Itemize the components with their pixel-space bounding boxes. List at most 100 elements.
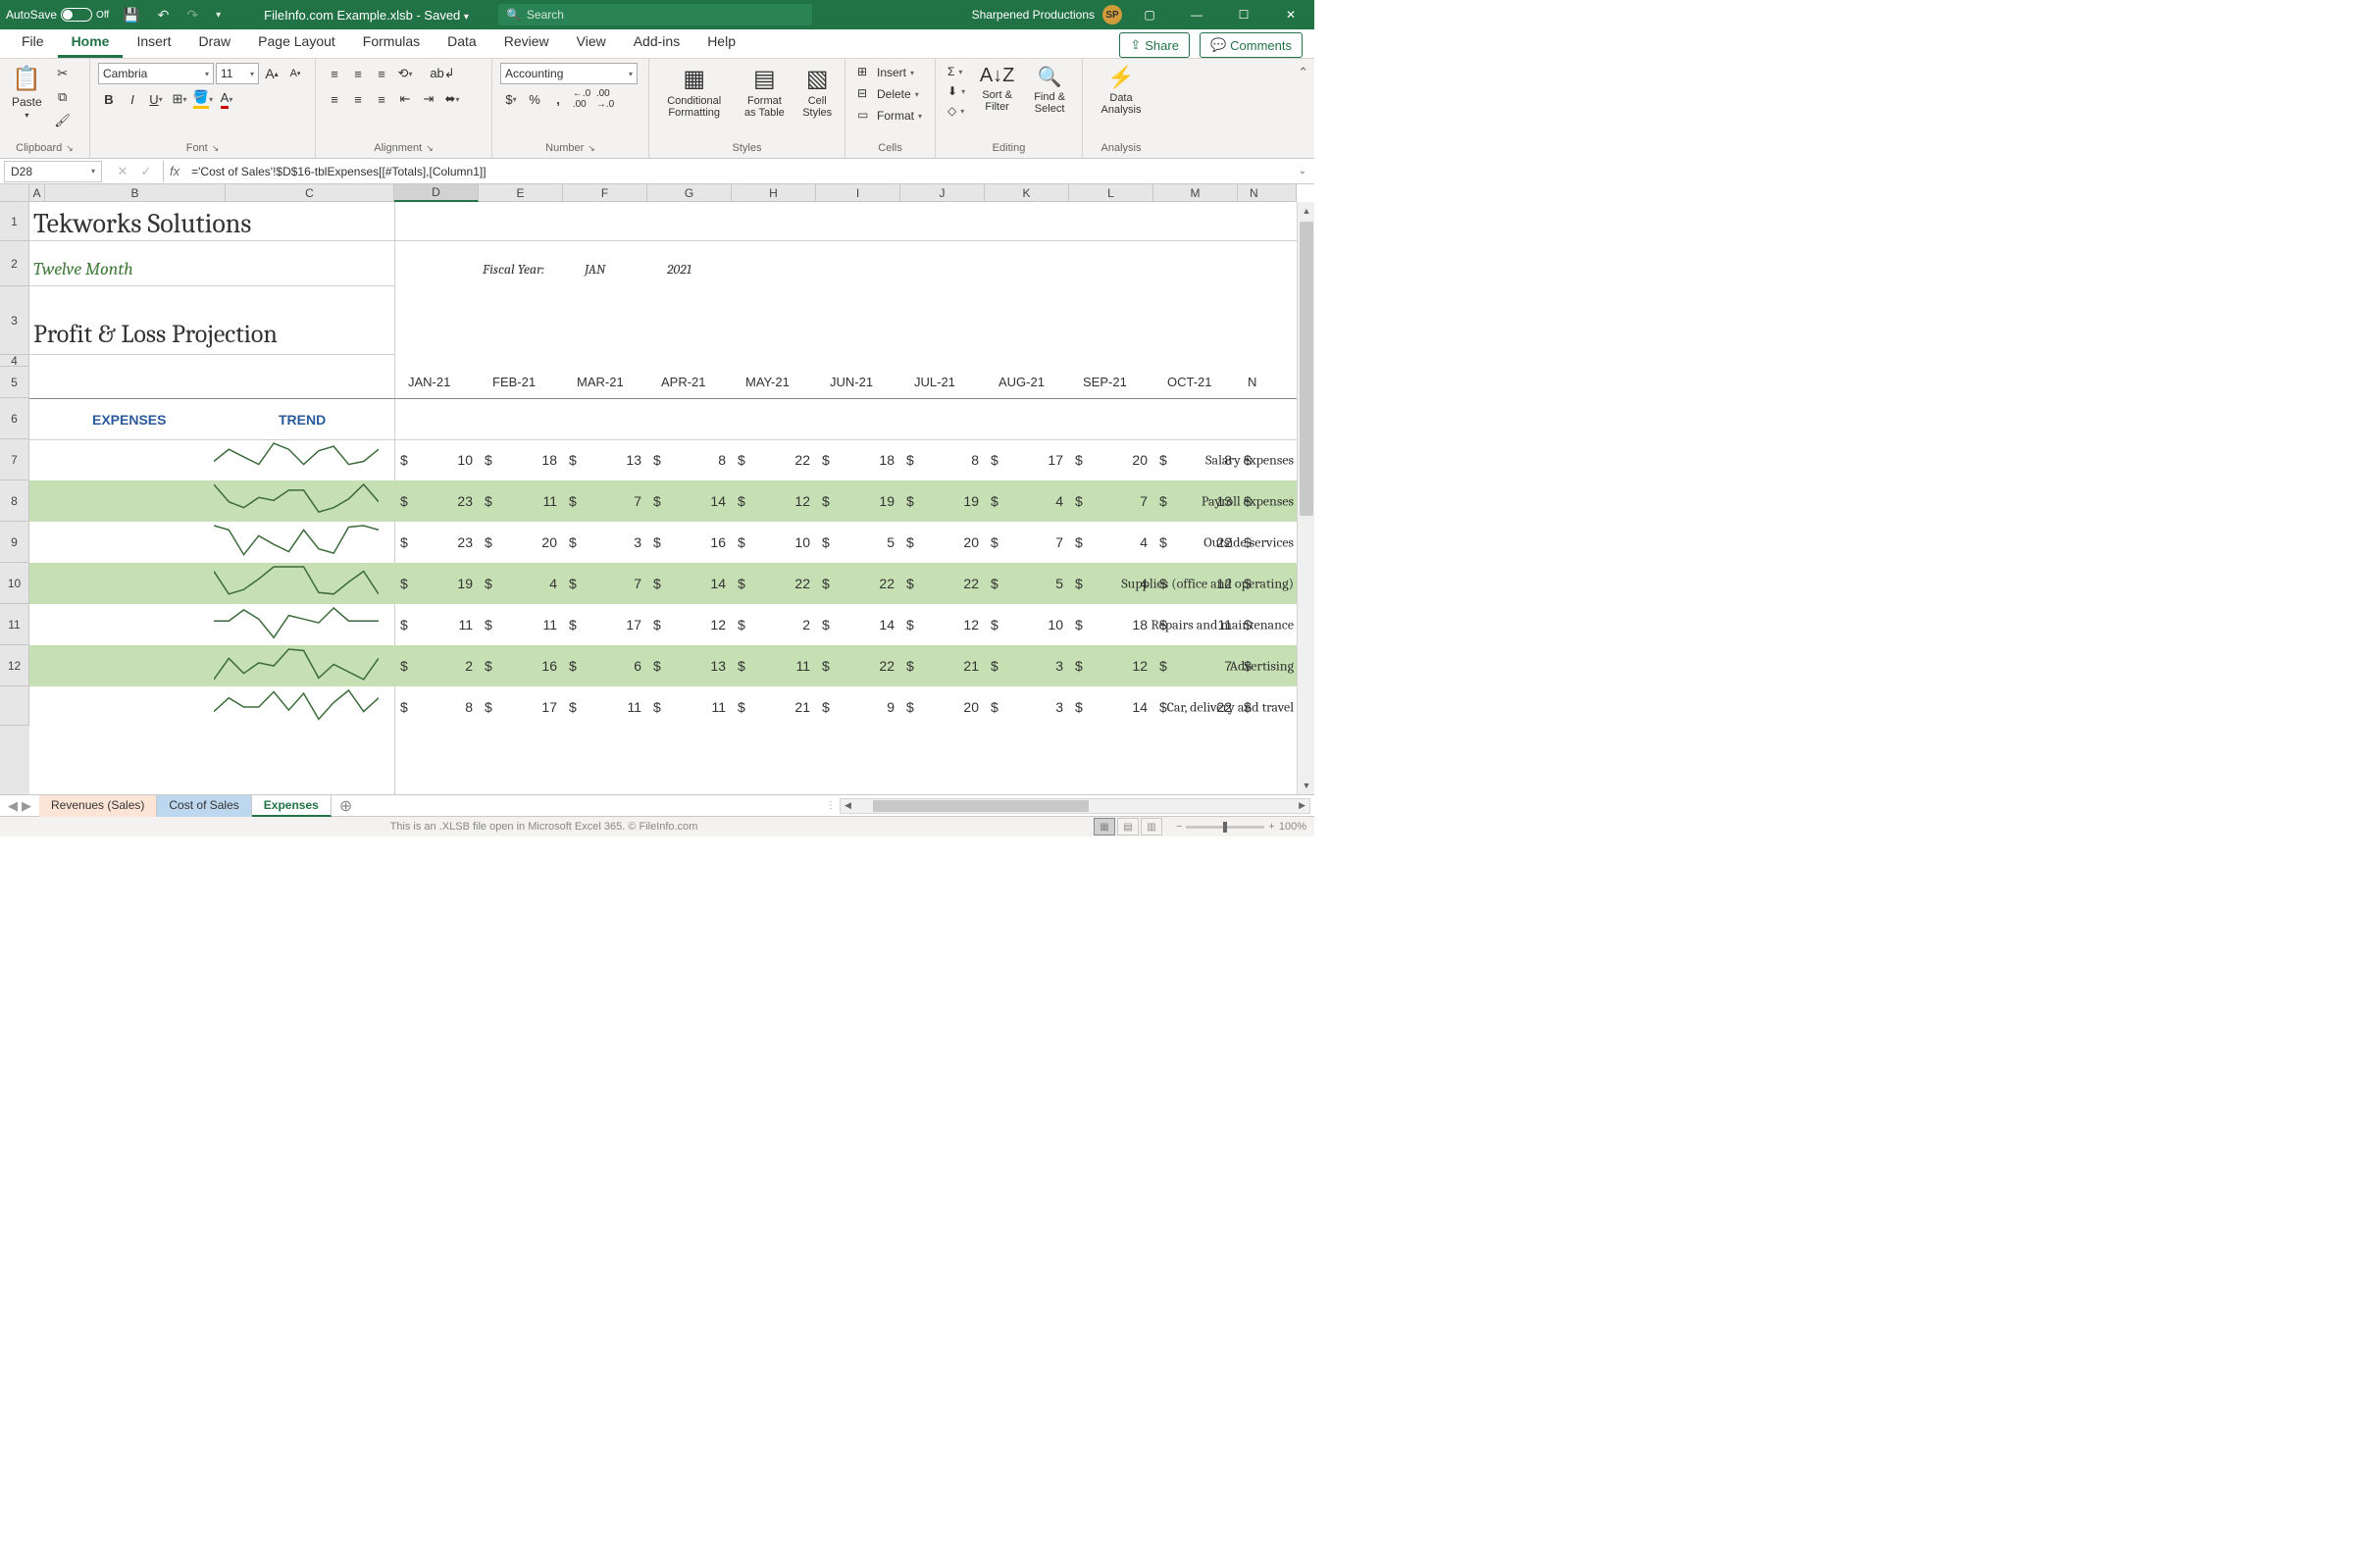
value-cell[interactable]: $7 — [985, 534, 1069, 550]
value-cell[interactable]: $4 — [1069, 576, 1153, 591]
row-header-8[interactable]: 8 — [0, 481, 29, 522]
col-header-B[interactable]: B — [45, 184, 226, 202]
value-cell[interactable]: $13 — [1153, 493, 1238, 509]
value-cell[interactable]: $20 — [479, 534, 563, 550]
row-header-6[interactable]: 6 — [0, 398, 29, 439]
value-cell[interactable]: $17 — [563, 617, 647, 632]
value-cell[interactable]: $20 — [900, 534, 985, 550]
value-cell-n[interactable]: $ — [1238, 576, 1259, 591]
paste-button[interactable]: 📋 Paste ▾ — [8, 63, 46, 122]
value-cell[interactable]: $9 — [816, 699, 900, 715]
column-headers[interactable]: ABCDEFGHIJKLMN — [29, 184, 1297, 202]
col-header-M[interactable]: M — [1153, 184, 1238, 202]
clear-button[interactable]: ◇ ▾ — [944, 102, 969, 120]
value-cell[interactable]: $12 — [732, 493, 816, 509]
number-dialog-icon[interactable]: ↘ — [588, 143, 595, 154]
value-cell[interactable]: $20 — [1069, 452, 1153, 468]
value-cell[interactable]: $19 — [900, 493, 985, 509]
value-cell[interactable]: $3 — [985, 658, 1069, 674]
value-cell[interactable]: $2 — [732, 617, 816, 632]
value-cell[interactable]: $20 — [900, 699, 985, 715]
align-top-icon[interactable]: ≡ — [324, 63, 345, 84]
expense-row-4[interactable]: Repairs and maintenance$11$11$17$12$2$14… — [29, 604, 1297, 645]
ribbon-tab-page-layout[interactable]: Page Layout — [244, 27, 349, 58]
value-cell-n[interactable]: $ — [1238, 452, 1259, 468]
sheet-tab-cost-of-sales[interactable]: Cost of Sales — [157, 795, 251, 817]
save-icon[interactable]: 💾 — [119, 7, 143, 24]
inc-indent-icon[interactable]: ⇥ — [418, 88, 439, 110]
find-select-button[interactable]: 🔍 Find & Select — [1025, 63, 1074, 117]
col-header-n[interactable]: N — [1238, 184, 1297, 202]
zoom-in-icon[interactable]: + — [1268, 821, 1274, 833]
percent-icon[interactable]: % — [524, 88, 545, 110]
value-cell[interactable]: $8 — [394, 699, 479, 715]
number-format-select[interactable]: Accounting▾ — [500, 63, 638, 84]
row-header-5[interactable]: 5 — [0, 367, 29, 398]
value-cell-n[interactable]: $ — [1238, 617, 1259, 632]
value-cell[interactable]: $17 — [985, 452, 1069, 468]
page-layout-view-icon[interactable]: ▤ — [1117, 818, 1139, 835]
maximize-icon[interactable]: ☐ — [1224, 0, 1263, 29]
formula-input[interactable]: ='Cost of Sales'!$D$16-tblExpenses[[#Tot… — [185, 165, 1290, 178]
col-header-G[interactable]: G — [647, 184, 732, 202]
dec-indent-icon[interactable]: ⇤ — [394, 88, 416, 110]
row-header-10[interactable]: 10 — [0, 563, 29, 604]
row-header-11[interactable]: 11 — [0, 604, 29, 645]
ribbon-tab-file[interactable]: File — [8, 27, 58, 58]
value-cell[interactable]: $11 — [394, 617, 479, 632]
row-header-7[interactable]: 7 — [0, 439, 29, 481]
value-cell[interactable]: $19 — [394, 576, 479, 591]
value-cell[interactable]: $11 — [1153, 617, 1238, 632]
value-cell[interactable]: $7 — [1069, 493, 1153, 509]
value-cell[interactable]: $12 — [1069, 658, 1153, 674]
collapse-ribbon-icon[interactable]: ⌃ — [1292, 59, 1314, 158]
row-header-1[interactable]: 1 — [0, 202, 29, 241]
value-cell[interactable]: $19 — [816, 493, 900, 509]
row-header-4[interactable]: 4 — [0, 355, 29, 367]
col-header-L[interactable]: L — [1069, 184, 1153, 202]
value-cell[interactable]: $6 — [563, 658, 647, 674]
value-cell[interactable]: $13 — [647, 658, 732, 674]
value-cell[interactable]: $22 — [1153, 534, 1238, 550]
italic-button[interactable]: I — [122, 88, 143, 110]
value-cell[interactable]: $5 — [816, 534, 900, 550]
row-header-3[interactable]: 3 — [0, 286, 29, 355]
value-cell[interactable]: $17 — [479, 699, 563, 715]
row-header-13[interactable] — [0, 686, 29, 726]
col-header-K[interactable]: K — [985, 184, 1069, 202]
value-cell[interactable]: $22 — [1153, 699, 1238, 715]
value-cell[interactable]: $2 — [394, 658, 479, 674]
ribbon-tab-help[interactable]: Help — [693, 27, 749, 58]
value-cell[interactable]: $18 — [479, 452, 563, 468]
value-cell[interactable]: $23 — [394, 534, 479, 550]
comma-icon[interactable]: , — [547, 88, 569, 110]
ribbon-tab-formulas[interactable]: Formulas — [349, 27, 434, 58]
inc-decimal-icon[interactable]: ←.0.00 — [571, 88, 592, 110]
value-cell[interactable]: $3 — [985, 699, 1069, 715]
vertical-scrollbar[interactable]: ▲ ▼ — [1297, 202, 1314, 794]
ribbon-tab-home[interactable]: Home — [58, 27, 124, 58]
expense-row-2[interactable]: Outside services$23$20$3$16$10$5$20$7$4$… — [29, 522, 1297, 563]
value-cell[interactable]: $16 — [479, 658, 563, 674]
fx-icon[interactable]: fx — [164, 164, 185, 178]
align-left-icon[interactable]: ≡ — [324, 88, 345, 110]
sheet-tab-revenues-sales-[interactable]: Revenues (Sales) — [39, 795, 157, 817]
value-cell[interactable]: $12 — [647, 617, 732, 632]
value-cell[interactable]: $14 — [647, 576, 732, 591]
value-cell[interactable]: $14 — [816, 617, 900, 632]
formula-expand-icon[interactable]: ⌄ — [1291, 166, 1314, 177]
delete-cells-button[interactable]: ⊟Delete ▾ — [853, 84, 926, 104]
comments-button[interactable]: 💬 Comments — [1200, 32, 1303, 58]
value-cell-n[interactable]: $ — [1238, 658, 1259, 674]
sheet-tab-expenses[interactable]: Expenses — [252, 795, 332, 817]
row-header-12[interactable]: 12 — [0, 645, 29, 686]
value-cell[interactable]: $14 — [647, 493, 732, 509]
clipboard-dialog-icon[interactable]: ↘ — [66, 143, 74, 154]
ribbon-tab-add-ins[interactable]: Add-ins — [620, 27, 693, 58]
fill-color-icon[interactable]: 🪣 ▾ — [192, 88, 214, 110]
conditional-formatting-button[interactable]: ▦ Conditional Formatting — [657, 63, 731, 121]
worksheet-grid[interactable]: ABCDEFGHIJKLMN 123456789101112 Tekworks … — [0, 184, 1314, 794]
value-cell[interactable]: $22 — [732, 576, 816, 591]
value-cell[interactable]: $23 — [394, 493, 479, 509]
hscroll-thumb[interactable] — [873, 800, 1089, 812]
